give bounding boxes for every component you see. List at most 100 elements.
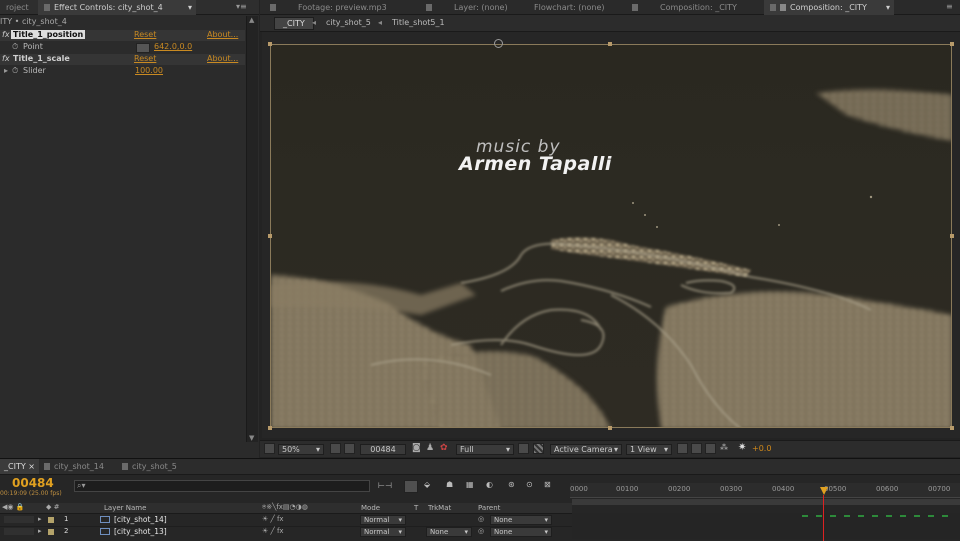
parent-pickwhip-icon[interactable]: ◎ xyxy=(478,527,484,535)
mode-dropdown[interactable]: Normal ▾ xyxy=(360,515,406,525)
visibility-toggle[interactable] xyxy=(4,516,34,523)
close-icon[interactable]: × xyxy=(28,462,35,471)
flowchart-icon[interactable]: ⁂ xyxy=(720,443,728,452)
tab-composition-inactive[interactable]: Composition: _CITY xyxy=(626,0,743,15)
timeline-icon[interactable] xyxy=(705,443,716,454)
transform-handle[interactable] xyxy=(268,42,272,46)
expand-triangle-icon[interactable]: ▸ xyxy=(38,515,42,523)
label-color-swatch[interactable] xyxy=(48,517,54,523)
chevron-down-icon[interactable]: ▾ xyxy=(886,0,890,15)
scroll-up-icon[interactable]: ▲ xyxy=(249,16,254,24)
expand-triangle-icon[interactable]: ▸ xyxy=(38,527,42,535)
tab-layer[interactable]: Layer: (none) xyxy=(420,0,514,15)
transform-handle[interactable] xyxy=(950,234,954,238)
parent-dropdown[interactable]: None ▾ xyxy=(490,515,552,525)
brainstorm-icon[interactable]: ⊙ xyxy=(526,480,533,489)
camera-snapshot-icon[interactable]: ◙ xyxy=(412,443,421,453)
slider-value[interactable]: 100.00 xyxy=(135,66,163,75)
comp-mini-flowchart-icon[interactable]: ⊢⊣ xyxy=(378,481,392,490)
reset-button[interactable]: Reset xyxy=(134,30,156,39)
timecode-field[interactable]: 00484 xyxy=(360,444,406,455)
parent-header[interactable]: Parent xyxy=(478,504,500,512)
view-layout-dropdown[interactable]: 1 View ▾ xyxy=(626,444,672,455)
time-ruler[interactable]: 0000 00100 00200 00300 00400 00500 00600… xyxy=(570,483,960,498)
exposure-icon[interactable]: ✷ xyxy=(738,442,746,453)
transform-handle[interactable] xyxy=(608,426,612,430)
safe-zones-icon[interactable] xyxy=(330,443,341,454)
transform-handle[interactable] xyxy=(608,42,612,46)
stopwatch-icon[interactable]: ⏱ xyxy=(12,42,18,52)
scroll-down-icon[interactable]: ▼ xyxy=(249,434,254,442)
label-color-swatch[interactable] xyxy=(48,529,54,535)
stopwatch-icon[interactable]: ⏱ xyxy=(12,66,18,76)
trkmat-header[interactable]: TrkMat xyxy=(428,504,451,512)
graph-editor-icon[interactable]: ⊛ xyxy=(508,480,515,489)
mode-dropdown[interactable]: Normal ▾ xyxy=(360,527,406,537)
parent-dropdown[interactable]: None ▾ xyxy=(490,527,552,537)
fast-preview-icon[interactable] xyxy=(691,443,702,454)
current-frame[interactable]: 00484 xyxy=(12,476,54,490)
visibility-toggle[interactable] xyxy=(4,528,34,535)
anchor-point-icon[interactable] xyxy=(494,39,503,48)
exposure-value[interactable]: +0.0 xyxy=(752,444,771,453)
mask-visibility-icon[interactable] xyxy=(344,443,355,454)
playhead-marker[interactable] xyxy=(820,487,828,495)
tab-city-shot-14[interactable]: city_shot_14 xyxy=(44,459,104,474)
auto-keyframe-icon[interactable]: ⊠ xyxy=(544,480,551,489)
search-input[interactable]: ⌕▾ xyxy=(74,480,370,492)
shy-layers-icon[interactable]: ☗ xyxy=(446,480,453,489)
composition-viewport[interactable]: music by Armen Tapalli xyxy=(262,32,960,438)
layer-switches-icon[interactable]: ☀ ╱ fx xyxy=(262,527,284,535)
tab-project[interactable]: roject xyxy=(0,0,35,15)
tab-composition-active[interactable]: Composition: _CITY ▾ xyxy=(764,0,894,15)
tab-city-shot-5[interactable]: city_shot_5 xyxy=(122,459,177,474)
breadcrumb-city-shot-5[interactable]: city_shot_5 xyxy=(326,18,371,27)
region-of-interest-icon[interactable] xyxy=(518,443,529,454)
tab-flowchart[interactable]: Flowchart: (none) xyxy=(510,0,611,15)
layer-name[interactable]: [city_shot_14] xyxy=(114,515,167,524)
breadcrumb-city[interactable]: _CITY xyxy=(274,17,314,30)
layer-row[interactable]: ▸ 2 [city_shot_13] ☀ ╱ fx Normal ▾ None ▾ … xyxy=(0,526,572,538)
label-column-icon[interactable]: ◆ # xyxy=(46,503,59,511)
effect-row-scale[interactable]: fx Title_1_scale Reset About... xyxy=(0,54,245,65)
layer-name[interactable]: [city_shot_13] xyxy=(114,527,167,536)
transform-handle[interactable] xyxy=(950,42,954,46)
scrollbar[interactable]: ▲ ▼ xyxy=(246,16,258,442)
resolution-dropdown[interactable]: Full ▾ xyxy=(456,444,514,455)
transform-handle[interactable] xyxy=(268,234,272,238)
draft-3d-icon[interactable]: ⬙ xyxy=(424,480,430,489)
mode-header[interactable]: Mode xyxy=(361,504,380,512)
point-value[interactable]: 642.0,0.0 xyxy=(154,42,192,51)
expand-triangle-icon[interactable]: ▸ xyxy=(4,66,8,75)
panel-menu-icon[interactable]: ▾≡ xyxy=(236,2,247,11)
tab-city[interactable]: _CITY × xyxy=(0,459,39,474)
always-preview-icon[interactable] xyxy=(264,443,275,454)
zoom-dropdown[interactable]: 50% ▾ xyxy=(278,444,324,455)
effect-name[interactable]: Title_1_position xyxy=(11,30,86,39)
transform-handle[interactable] xyxy=(950,426,954,430)
about-button[interactable]: About... xyxy=(207,30,238,39)
camera-dropdown[interactable]: Active Camera ▾ xyxy=(550,444,622,455)
about-button[interactable]: About... xyxy=(207,54,238,63)
comp-frame[interactable]: music by Armen Tapalli xyxy=(270,44,952,428)
lock-icon[interactable] xyxy=(780,4,786,11)
tab-effect-controls[interactable]: Effect Controls: city_shot_4 ▾ xyxy=(38,0,196,15)
reset-button[interactable]: Reset xyxy=(134,54,156,63)
layer-name-header[interactable]: Layer Name xyxy=(104,504,146,512)
motion-blur-icon[interactable]: ◐ xyxy=(486,480,493,489)
parent-pickwhip-icon[interactable]: ◎ xyxy=(478,515,484,523)
effect-row-position[interactable]: fx Title_1_position Reset About... xyxy=(0,30,245,41)
trkmat-dropdown[interactable]: None ▾ xyxy=(426,527,472,537)
channel-icon[interactable]: ✿ xyxy=(440,443,448,453)
transform-handle[interactable] xyxy=(268,426,272,430)
chevron-down-icon[interactable]: ▾ xyxy=(188,0,192,15)
transparency-grid-icon[interactable] xyxy=(533,443,544,454)
crosshair-icon[interactable] xyxy=(136,43,150,53)
tab-footage[interactable]: Footage: preview.mp3 xyxy=(264,0,393,15)
frame-blending-icon[interactable]: ▦ xyxy=(466,480,474,489)
show-snapshot-icon[interactable]: ♟ xyxy=(426,443,434,453)
panel-menu-icon[interactable]: ≡ xyxy=(946,2,953,11)
toggle-pixel-aspect-icon[interactable] xyxy=(677,443,688,454)
effect-name[interactable]: Title_1_scale xyxy=(13,54,70,63)
breadcrumb-title-shot5[interactable]: Title_shot5_1 xyxy=(392,18,445,27)
